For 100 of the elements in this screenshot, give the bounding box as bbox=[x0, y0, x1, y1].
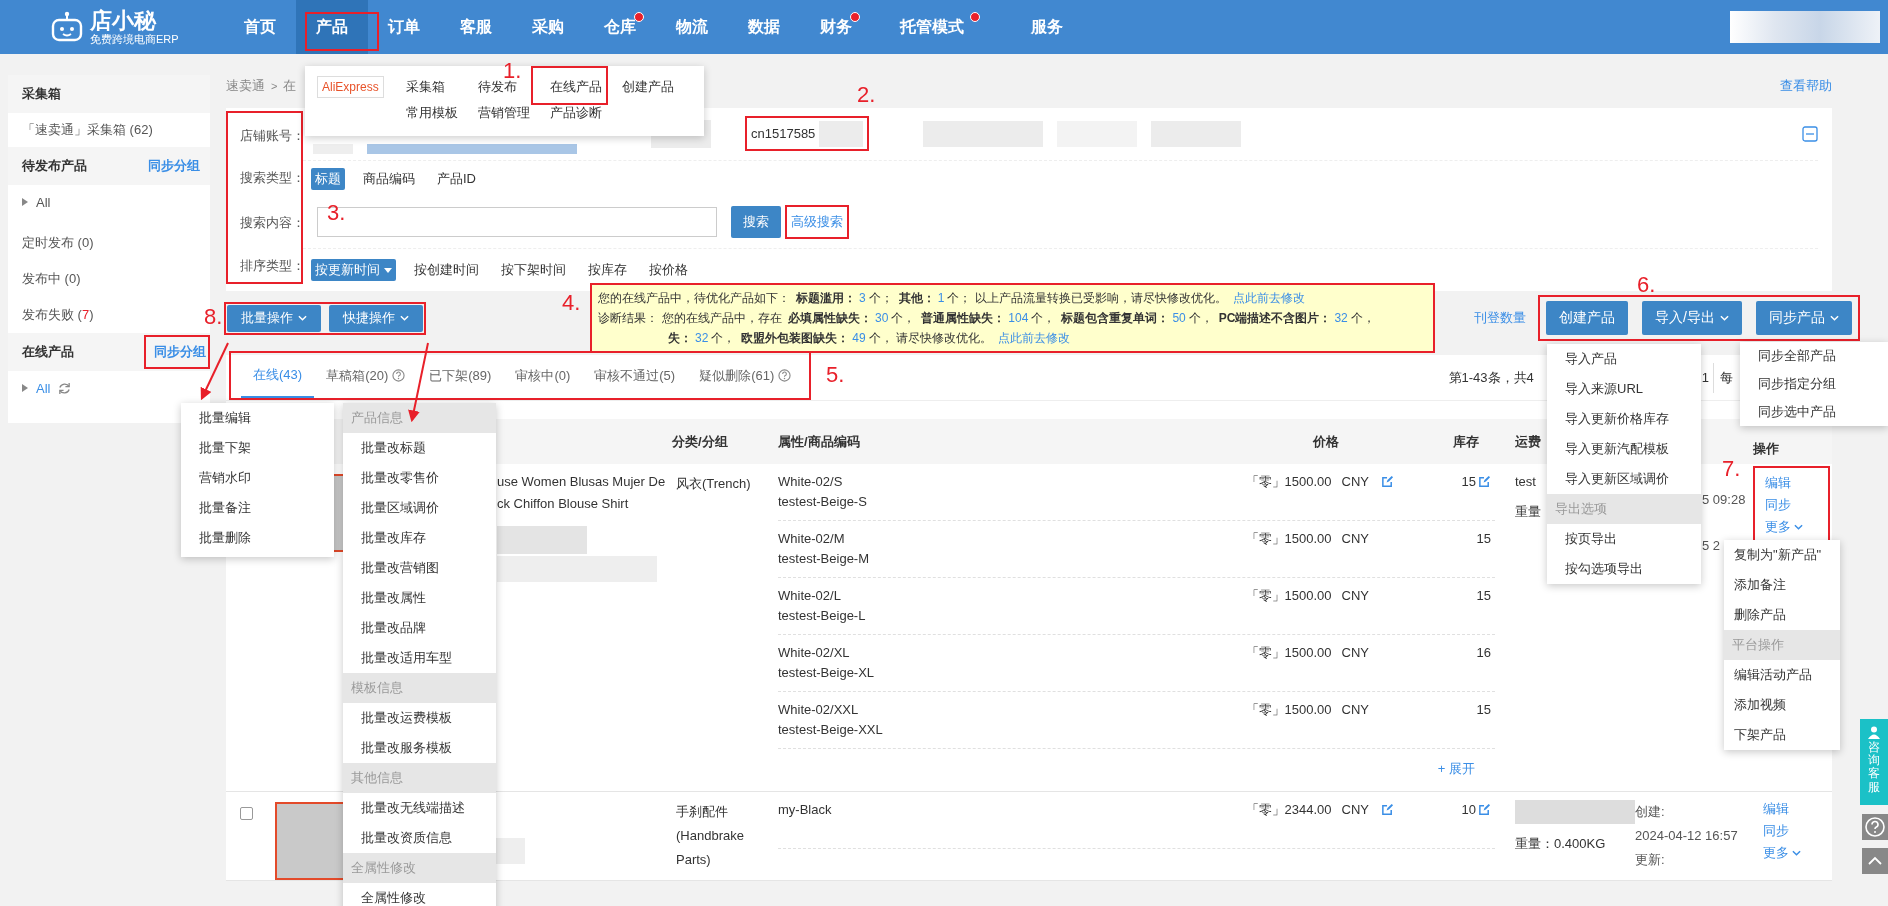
menu-item[interactable]: 产品诊断 bbox=[549, 104, 622, 122]
nav-item[interactable]: 采购 bbox=[512, 0, 584, 54]
menu-item[interactable]: 导入更新价格库存 bbox=[1547, 404, 1701, 434]
menu-item[interactable]: 批量改无线端描述 bbox=[343, 793, 496, 823]
menu-item[interactable]: 编辑活动产品 bbox=[1724, 660, 1840, 690]
menu-item[interactable]: 导入更新区域调价 bbox=[1547, 464, 1701, 494]
nav-item[interactable]: 产品 bbox=[296, 0, 368, 54]
menu-item[interactable]: 批量下架 bbox=[181, 433, 334, 463]
expand-triangle-icon[interactable] bbox=[22, 384, 28, 392]
row-action-link[interactable]: 更多 bbox=[1763, 842, 1801, 864]
help-icon[interactable] bbox=[778, 369, 792, 382]
status-tab[interactable]: 疑似删除(61) bbox=[687, 353, 804, 398]
scroll-top-icon[interactable] bbox=[1862, 848, 1888, 874]
action-button[interactable]: 同步产品 bbox=[1756, 301, 1852, 335]
menu-item[interactable]: 批量改营销图 bbox=[343, 553, 496, 583]
nav-item[interactable]: 订单 bbox=[368, 0, 440, 54]
nav-item[interactable]: 托管模式 bbox=[872, 0, 992, 54]
menu-item[interactable]: 批量改服务模板 bbox=[343, 733, 496, 763]
row-action-link[interactable]: 同步 bbox=[1765, 494, 1791, 516]
menu-item[interactable]: 按页导出 bbox=[1547, 524, 1701, 554]
menu-item[interactable]: 批量备注 bbox=[181, 493, 334, 523]
menu-item[interactable]: 批量改属性 bbox=[343, 583, 496, 613]
menu-item[interactable]: 批量删除 bbox=[181, 523, 334, 553]
menu-item[interactable]: 批量改标题 bbox=[343, 433, 496, 463]
sort-option[interactable]: 按库存 bbox=[584, 259, 631, 282]
page-number[interactable]: 1 bbox=[1701, 370, 1709, 385]
nav-item[interactable]: 首页 bbox=[224, 0, 296, 54]
sort-option[interactable]: 按下架时间 bbox=[497, 259, 570, 282]
edit-icon[interactable] bbox=[1478, 803, 1491, 816]
sort-option[interactable]: 按价格 bbox=[645, 259, 692, 282]
menu-item[interactable]: 同步全部产品 bbox=[1740, 342, 1888, 370]
expand-triangle-icon[interactable] bbox=[22, 198, 28, 206]
menu-item[interactable]: 按勾选项导出 bbox=[1547, 554, 1701, 584]
status-tab[interactable]: 草稿箱(20) bbox=[314, 353, 418, 398]
nav-item[interactable]: 客服 bbox=[440, 0, 512, 54]
edit-icon[interactable] bbox=[1381, 803, 1394, 816]
batch-dropdown-button[interactable]: 快捷操作 bbox=[329, 304, 423, 332]
sidebar-item[interactable]: 发布失败 (7) bbox=[8, 297, 94, 333]
sidebar-item[interactable]: 定时发布 (0) bbox=[8, 225, 94, 261]
menu-item[interactable]: 在线产品 bbox=[549, 78, 622, 96]
menu-item[interactable]: 创建产品 bbox=[621, 78, 694, 96]
menu-item[interactable]: 采集箱 bbox=[405, 78, 478, 96]
menu-item[interactable]: 批量编辑 bbox=[181, 403, 334, 433]
menu-item[interactable]: 导入更新汽配模板 bbox=[1547, 434, 1701, 464]
status-tab[interactable]: 审核不通过(5) bbox=[582, 353, 688, 398]
sidebar-item[interactable]: All bbox=[36, 380, 51, 396]
menu-item[interactable]: 全属性修改 bbox=[343, 883, 496, 906]
nav-item[interactable]: 数据 bbox=[728, 0, 800, 54]
status-tab[interactable]: 在线(43) bbox=[241, 353, 315, 398]
menu-item[interactable]: 批量改零售价 bbox=[343, 463, 496, 493]
menu-item[interactable]: 批量改适用车型 bbox=[343, 643, 496, 673]
menu-item[interactable]: 常用模板 bbox=[405, 104, 478, 122]
refresh-icon[interactable] bbox=[58, 381, 72, 395]
notice-link[interactable]: 点此前去修改 bbox=[998, 331, 1071, 345]
page-size-select[interactable]: 每 bbox=[1713, 362, 1737, 393]
help-icon[interactable] bbox=[1862, 814, 1888, 840]
batch-dropdown-button[interactable]: 批量操作 bbox=[227, 304, 321, 332]
row-action-link[interactable]: 更多 bbox=[1765, 516, 1803, 538]
nav-item[interactable]: 仓库 bbox=[584, 0, 656, 54]
menu-item[interactable]: 营销管理 bbox=[477, 104, 550, 122]
row-action-link[interactable]: 编辑 bbox=[1765, 472, 1791, 494]
menu-item[interactable]: 同步指定分组 bbox=[1740, 370, 1888, 398]
status-tab[interactable]: 已下架(89) bbox=[417, 353, 504, 398]
advanced-search-link[interactable]: 高级搜索 bbox=[791, 214, 843, 230]
nav-item[interactable]: 服务 bbox=[992, 0, 1102, 54]
row-action-link[interactable]: 同步 bbox=[1763, 820, 1789, 842]
menu-item[interactable]: 待发布 bbox=[477, 78, 550, 96]
row-action-link[interactable]: 编辑 bbox=[1763, 798, 1789, 820]
edit-icon[interactable] bbox=[1381, 475, 1394, 488]
menu-item[interactable]: 导入产品 bbox=[1547, 344, 1701, 374]
filter-option[interactable]: 商品编码 bbox=[359, 167, 419, 190]
sidebar-item[interactable]: 发布中 (0) bbox=[8, 261, 81, 297]
menu-item[interactable]: 批量改运费模板 bbox=[343, 703, 496, 733]
menu-item[interactable]: 下架产品 bbox=[1724, 720, 1840, 750]
menu-item[interactable]: 添加备注 bbox=[1724, 570, 1840, 600]
notice-link[interactable]: 点此前去修改 bbox=[1232, 291, 1305, 305]
menu-item[interactable]: 删除产品 bbox=[1724, 600, 1840, 630]
menu-item[interactable]: 批量区域调价 bbox=[343, 493, 496, 523]
menu-item[interactable]: 导入来源URL bbox=[1547, 374, 1701, 404]
search-field[interactable] bbox=[317, 207, 717, 238]
action-button[interactable]: 创建产品 bbox=[1546, 301, 1629, 335]
help-icon[interactable] bbox=[392, 369, 406, 382]
sidebar-item[interactable]: All bbox=[36, 194, 51, 210]
menu-item[interactable]: 批量改品牌 bbox=[343, 613, 496, 643]
search-button[interactable]: 搜索 bbox=[731, 206, 781, 239]
sidebar-item[interactable]: 「速卖通」采集箱 (62) bbox=[8, 113, 210, 147]
action-button[interactable]: 导入/导出 bbox=[1642, 301, 1742, 335]
menu-item[interactable]: 批量改库存 bbox=[343, 523, 496, 553]
edit-icon[interactable] bbox=[1478, 475, 1491, 488]
status-tab[interactable]: 审核中(0) bbox=[503, 353, 583, 398]
menu-item[interactable]: 营销水印 bbox=[181, 463, 334, 493]
nav-item[interactable]: 物流 bbox=[656, 0, 728, 54]
menu-item[interactable]: 批量改资质信息 bbox=[343, 823, 496, 853]
collapse-icon[interactable] bbox=[1802, 125, 1818, 142]
menu-item[interactable]: 同步选中产品 bbox=[1740, 398, 1888, 426]
filter-option[interactable]: 标题 bbox=[311, 167, 345, 190]
checkbox[interactable] bbox=[240, 807, 253, 820]
menu-item[interactable]: 添加视频 bbox=[1724, 690, 1840, 720]
nav-item[interactable]: 财务 bbox=[800, 0, 872, 54]
platform-logo[interactable]: AliExpress bbox=[317, 76, 384, 98]
